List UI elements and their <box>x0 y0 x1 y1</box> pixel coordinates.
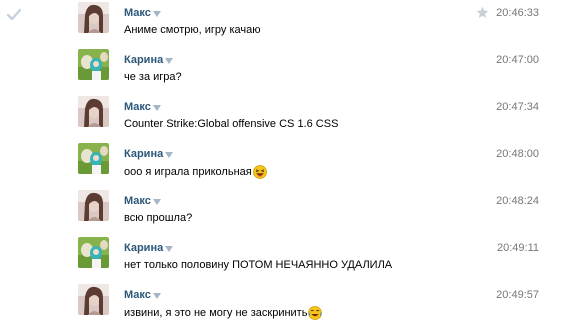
message-row[interactable]: Макс Counter Strike:Global offensive CS … <box>0 94 574 141</box>
message-text: ооо я играла прикольная <box>124 165 267 179</box>
message-text: Counter Strike:Global offensive CS 1.6 C… <box>124 118 339 130</box>
karina-avatar[interactable] <box>78 237 109 268</box>
message-time: 20:47:00 <box>496 54 539 66</box>
message-row[interactable]: Макс всю прошла? 20:48:24 <box>0 188 574 235</box>
author-name[interactable]: Карина <box>124 54 163 66</box>
message-row[interactable]: Карина че за игра? 20:47:00 <box>0 47 574 94</box>
message-row[interactable]: Карина нет только половину ПОТОМ НЕЧАЯНН… <box>0 235 574 282</box>
author-name[interactable]: Макс <box>124 195 151 207</box>
author-name[interactable]: Карина <box>124 148 163 160</box>
maks-avatar[interactable] <box>78 284 109 315</box>
maks-avatar[interactable] <box>78 96 109 127</box>
message-row[interactable]: Макс Аниме смотрю, игру качаю 20:46:33 <box>0 0 574 47</box>
message-time: 20:49:57 <box>496 289 539 301</box>
message-time: 20:48:24 <box>496 195 539 207</box>
message-text: нет только половину ПОТОМ НЕЧАЯННО УДАЛИ… <box>124 259 393 271</box>
message-text: Аниме смотрю, игру качаю <box>124 24 261 36</box>
caret-down-icon[interactable] <box>152 10 161 17</box>
caret-down-icon[interactable] <box>152 104 161 111</box>
caret-down-icon[interactable] <box>165 151 174 158</box>
message-text: всю прошла? <box>124 212 193 224</box>
caret-down-icon[interactable] <box>165 245 174 252</box>
select-check-icon[interactable] <box>6 7 22 23</box>
maks-avatar[interactable] <box>78 190 109 221</box>
message-text: извини, я это не могу не заскринить <box>124 306 323 320</box>
maks-avatar[interactable] <box>78 2 109 33</box>
message-time: 20:48:00 <box>496 148 539 160</box>
caret-down-icon[interactable] <box>165 57 174 64</box>
author-name[interactable]: Макс <box>124 101 151 113</box>
message-text: че за игра? <box>124 71 182 83</box>
author-name[interactable]: Макс <box>124 7 151 19</box>
karina-avatar[interactable] <box>78 49 109 80</box>
message-row[interactable]: Карина ооо я играла прикольная 20:48:00 <box>0 141 574 188</box>
karina-avatar[interactable] <box>78 143 109 174</box>
message-time: 20:47:34 <box>496 101 539 113</box>
author-name[interactable]: Карина <box>124 242 163 254</box>
message-time: 20:46:33 <box>496 7 539 19</box>
tears-of-joy-emoji-icon <box>308 306 323 320</box>
message-row[interactable]: Макс извини, я это не могу не заскринить… <box>0 282 574 329</box>
caret-down-icon[interactable] <box>152 292 161 299</box>
laughing-emoji-icon <box>252 165 267 179</box>
caret-down-icon[interactable] <box>152 198 161 205</box>
message-time: 20:49:11 <box>496 242 539 254</box>
author-name[interactable]: Макс <box>124 289 151 301</box>
star-icon[interactable] <box>476 6 489 19</box>
